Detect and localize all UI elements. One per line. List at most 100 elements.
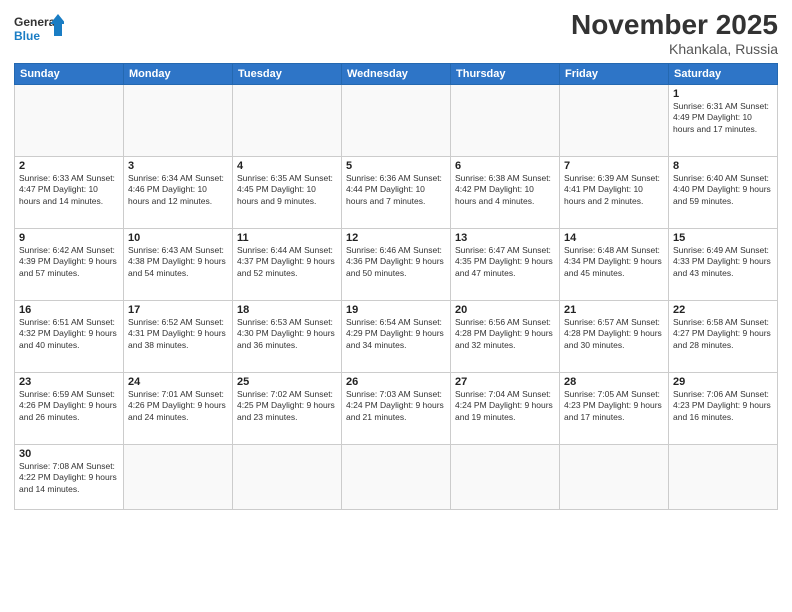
table-row: 5Sunrise: 6:36 AM Sunset: 4:44 PM Daylig… [342,156,451,228]
calendar-week-3: 9Sunrise: 6:42 AM Sunset: 4:39 PM Daylig… [15,228,778,300]
day-info: Sunrise: 6:51 AM Sunset: 4:32 PM Dayligh… [19,317,119,351]
table-row: 14Sunrise: 6:48 AM Sunset: 4:34 PM Dayli… [560,228,669,300]
day-info: Sunrise: 7:08 AM Sunset: 4:22 PM Dayligh… [19,461,119,495]
day-info: Sunrise: 6:58 AM Sunset: 4:27 PM Dayligh… [673,317,773,351]
table-row: 8Sunrise: 6:40 AM Sunset: 4:40 PM Daylig… [669,156,778,228]
table-row: 11Sunrise: 6:44 AM Sunset: 4:37 PM Dayli… [233,228,342,300]
col-thursday: Thursday [451,63,560,84]
day-number: 10 [128,232,228,244]
table-row: 29Sunrise: 7:06 AM Sunset: 4:23 PM Dayli… [669,372,778,444]
table-row [124,444,233,509]
table-row [233,84,342,156]
table-row: 21Sunrise: 6:57 AM Sunset: 4:28 PM Dayli… [560,300,669,372]
table-row: 15Sunrise: 6:49 AM Sunset: 4:33 PM Dayli… [669,228,778,300]
table-row: 6Sunrise: 6:38 AM Sunset: 4:42 PM Daylig… [451,156,560,228]
day-info: Sunrise: 6:49 AM Sunset: 4:33 PM Dayligh… [673,245,773,279]
day-number: 20 [455,304,555,316]
table-row: 24Sunrise: 7:01 AM Sunset: 4:26 PM Dayli… [124,372,233,444]
day-number: 6 [455,160,555,172]
table-row: 7Sunrise: 6:39 AM Sunset: 4:41 PM Daylig… [560,156,669,228]
day-info: Sunrise: 6:35 AM Sunset: 4:45 PM Dayligh… [237,173,337,207]
day-info: Sunrise: 6:44 AM Sunset: 4:37 PM Dayligh… [237,245,337,279]
table-row: 2Sunrise: 6:33 AM Sunset: 4:47 PM Daylig… [15,156,124,228]
table-row: 30Sunrise: 7:08 AM Sunset: 4:22 PM Dayli… [15,444,124,509]
table-row [560,444,669,509]
page: General Blue November 2025 Khankala, Rus… [0,0,792,612]
table-row [15,84,124,156]
table-row: 20Sunrise: 6:56 AM Sunset: 4:28 PM Dayli… [451,300,560,372]
day-number: 5 [346,160,446,172]
table-row: 9Sunrise: 6:42 AM Sunset: 4:39 PM Daylig… [15,228,124,300]
table-row: 3Sunrise: 6:34 AM Sunset: 4:46 PM Daylig… [124,156,233,228]
table-row: 16Sunrise: 6:51 AM Sunset: 4:32 PM Dayli… [15,300,124,372]
day-number: 14 [564,232,664,244]
day-number: 30 [19,448,119,460]
calendar-header-row: Sunday Monday Tuesday Wednesday Thursday… [15,63,778,84]
logo-svg: General Blue [14,10,64,50]
day-number: 27 [455,376,555,388]
table-row: 4Sunrise: 6:35 AM Sunset: 4:45 PM Daylig… [233,156,342,228]
table-row: 1Sunrise: 6:31 AM Sunset: 4:49 PM Daylig… [669,84,778,156]
col-wednesday: Wednesday [342,63,451,84]
table-row: 18Sunrise: 6:53 AM Sunset: 4:30 PM Dayli… [233,300,342,372]
table-row [451,84,560,156]
calendar-week-5: 23Sunrise: 6:59 AM Sunset: 4:26 PM Dayli… [15,372,778,444]
day-info: Sunrise: 6:52 AM Sunset: 4:31 PM Dayligh… [128,317,228,351]
title-block: November 2025 Khankala, Russia [571,10,778,57]
table-row [560,84,669,156]
day-number: 25 [237,376,337,388]
calendar-week-6: 30Sunrise: 7:08 AM Sunset: 4:22 PM Dayli… [15,444,778,509]
table-row: 22Sunrise: 6:58 AM Sunset: 4:27 PM Dayli… [669,300,778,372]
day-number: 1 [673,88,773,100]
table-row: 23Sunrise: 6:59 AM Sunset: 4:26 PM Dayli… [15,372,124,444]
table-row: 26Sunrise: 7:03 AM Sunset: 4:24 PM Dayli… [342,372,451,444]
calendar-week-2: 2Sunrise: 6:33 AM Sunset: 4:47 PM Daylig… [15,156,778,228]
day-info: Sunrise: 6:43 AM Sunset: 4:38 PM Dayligh… [128,245,228,279]
day-number: 22 [673,304,773,316]
day-number: 23 [19,376,119,388]
day-number: 12 [346,232,446,244]
day-number: 24 [128,376,228,388]
day-info: Sunrise: 7:04 AM Sunset: 4:24 PM Dayligh… [455,389,555,423]
day-info: Sunrise: 6:36 AM Sunset: 4:44 PM Dayligh… [346,173,446,207]
day-number: 9 [19,232,119,244]
month-title: November 2025 [571,10,778,41]
day-info: Sunrise: 7:06 AM Sunset: 4:23 PM Dayligh… [673,389,773,423]
table-row [451,444,560,509]
day-info: Sunrise: 6:31 AM Sunset: 4:49 PM Dayligh… [673,101,773,135]
day-number: 29 [673,376,773,388]
day-number: 26 [346,376,446,388]
table-row: 19Sunrise: 6:54 AM Sunset: 4:29 PM Dayli… [342,300,451,372]
day-number: 16 [19,304,119,316]
day-info: Sunrise: 6:38 AM Sunset: 4:42 PM Dayligh… [455,173,555,207]
day-number: 19 [346,304,446,316]
day-number: 18 [237,304,337,316]
table-row [342,444,451,509]
table-row [124,84,233,156]
day-info: Sunrise: 6:46 AM Sunset: 4:36 PM Dayligh… [346,245,446,279]
table-row: 10Sunrise: 6:43 AM Sunset: 4:38 PM Dayli… [124,228,233,300]
day-info: Sunrise: 6:57 AM Sunset: 4:28 PM Dayligh… [564,317,664,351]
day-number: 13 [455,232,555,244]
day-info: Sunrise: 6:56 AM Sunset: 4:28 PM Dayligh… [455,317,555,351]
col-monday: Monday [124,63,233,84]
day-number: 17 [128,304,228,316]
day-info: Sunrise: 6:54 AM Sunset: 4:29 PM Dayligh… [346,317,446,351]
table-row: 28Sunrise: 7:05 AM Sunset: 4:23 PM Dayli… [560,372,669,444]
table-row: 17Sunrise: 6:52 AM Sunset: 4:31 PM Dayli… [124,300,233,372]
table-row [342,84,451,156]
day-info: Sunrise: 6:53 AM Sunset: 4:30 PM Dayligh… [237,317,337,351]
header: General Blue November 2025 Khankala, Rus… [14,10,778,57]
col-friday: Friday [560,63,669,84]
logo: General Blue [14,10,64,50]
day-number: 28 [564,376,664,388]
day-info: Sunrise: 6:48 AM Sunset: 4:34 PM Dayligh… [564,245,664,279]
day-info: Sunrise: 6:47 AM Sunset: 4:35 PM Dayligh… [455,245,555,279]
day-info: Sunrise: 6:39 AM Sunset: 4:41 PM Dayligh… [564,173,664,207]
location: Khankala, Russia [571,41,778,57]
day-number: 21 [564,304,664,316]
table-row: 25Sunrise: 7:02 AM Sunset: 4:25 PM Dayli… [233,372,342,444]
day-info: Sunrise: 6:40 AM Sunset: 4:40 PM Dayligh… [673,173,773,207]
table-row: 12Sunrise: 6:46 AM Sunset: 4:36 PM Dayli… [342,228,451,300]
calendar: Sunday Monday Tuesday Wednesday Thursday… [14,63,778,510]
